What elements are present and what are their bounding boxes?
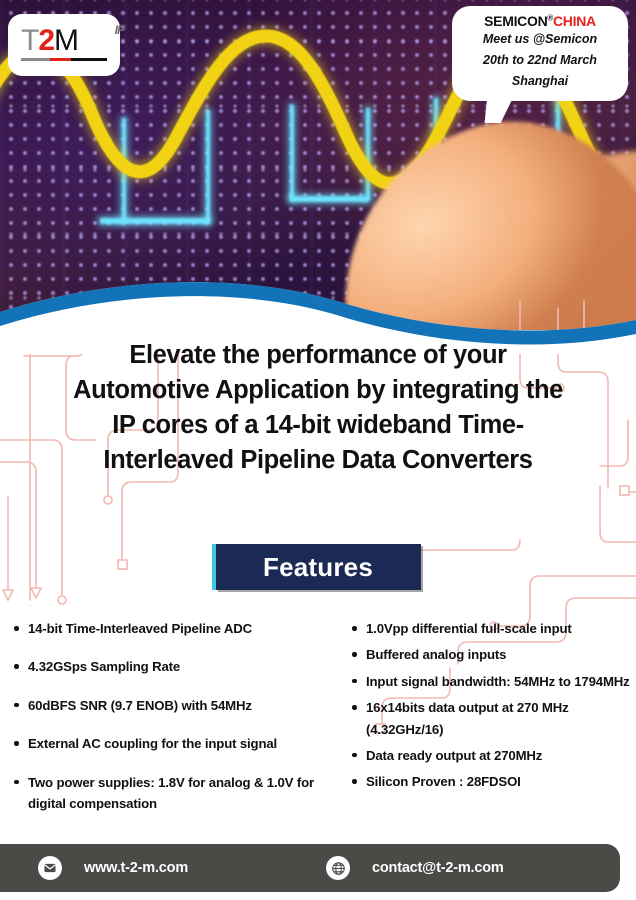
headline: Elevate the performance of your Automoti… — [0, 338, 636, 478]
list-item: External AC coupling for the input signa… — [10, 733, 340, 754]
headline-line-1: Elevate the performance of your — [129, 341, 507, 369]
list-item: 16x14bits data output at 270 MHz (4.32GH… — [348, 697, 636, 740]
list-item: 14-bit Time-Interleaved Pipeline ADC — [10, 618, 340, 639]
event-line-1: Meet us @Semicon — [482, 32, 598, 47]
logo-letter-m: M — [54, 23, 79, 57]
list-item: Input signal bandwidth: 54MHz to 1794MHz — [348, 671, 636, 692]
headline-line-3: IP cores of a 14-bit wideband Time- — [112, 410, 524, 439]
logo-inner: T2M IP — [17, 23, 125, 67]
features-banner-wrap: Features — [0, 544, 636, 590]
list-item: 60dBFS SNR (9.7 ENOB) with 54MHz — [10, 695, 340, 716]
email-contact[interactable]: contact@t-2-m.com — [326, 856, 504, 880]
event-line-2: 20th to 22nd March — [483, 53, 597, 68]
features-columns: 14-bit Time-Interleaved Pipeline ADC 4.3… — [0, 618, 636, 831]
features-left-list: 14-bit Time-Interleaved Pipeline ADC 4.3… — [10, 618, 340, 814]
list-item: 1.0Vpp differential full-scale input — [348, 618, 636, 639]
website-contact[interactable]: www.t-2-m.com — [38, 856, 188, 880]
website-text[interactable]: www.t-2-m.com — [84, 860, 188, 876]
brand-logo[interactable]: T2M IP — [8, 14, 125, 76]
list-item: Data ready output at 270MHz — [348, 745, 636, 766]
logo-underline-bar — [21, 57, 107, 61]
logo-superscript-ip: IP — [114, 22, 125, 37]
envelope-icon — [38, 856, 62, 880]
globe-icon — [326, 856, 351, 880]
semicon-wordmark: SEMICON — [484, 13, 548, 29]
list-item: Buffered analog inputs — [348, 644, 636, 665]
features-banner-label: Features — [263, 551, 373, 582]
features-left-column: 14-bit Time-Interleaved Pipeline ADC 4.3… — [0, 618, 340, 831]
list-item: Silicon Proven : 28FDSOI — [348, 771, 636, 792]
list-item: 4.32GSps Sampling Rate — [10, 656, 340, 677]
event-speech-bubble: SEMICON®CHINA Meet us @Semicon 20th to 2… — [452, 6, 628, 124]
headline-line-2: Automotive Application by integrating th… — [73, 375, 563, 404]
speech-bubble-tail — [484, 97, 514, 124]
semicon-china-logo: SEMICON®CHINA — [460, 13, 620, 29]
logo-wordmark: T2M IP — [21, 23, 125, 57]
features-right-list: 1.0Vpp differential full-scale input Buf… — [348, 618, 636, 793]
headline-line-4: Interleaved Pipeline Data Converters — [103, 445, 533, 474]
logo-letter-t: T — [21, 23, 39, 57]
features-banner: Features — [211, 544, 421, 590]
email-text[interactable]: contact@t-2-m.com — [372, 860, 504, 876]
contact-footer: www.t-2-m.com contact@t-2-m.com — [0, 844, 620, 892]
logo-letter-2: 2 — [38, 23, 55, 57]
event-line-3: Shanghai — [511, 73, 569, 88]
list-item: Two power supplies: 1.8V for analog & 1.… — [10, 772, 340, 815]
china-wordmark: CHINA — [553, 13, 596, 29]
features-right-column: 1.0Vpp differential full-scale input Buf… — [340, 618, 636, 831]
